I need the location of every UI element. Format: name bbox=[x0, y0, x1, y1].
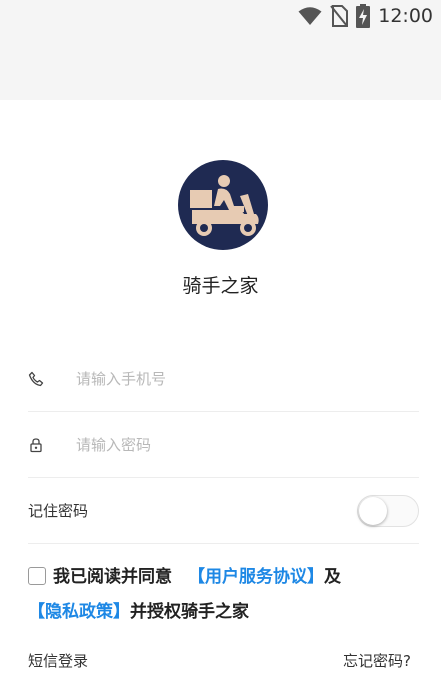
status-icons: 12:00 bbox=[298, 4, 433, 28]
phone-icon bbox=[28, 371, 44, 386]
phone-input[interactable] bbox=[76, 369, 376, 388]
no-sim-icon bbox=[330, 5, 349, 27]
agreement-and: 及 bbox=[324, 567, 341, 587]
delivery-scooter-icon bbox=[190, 175, 259, 236]
forgot-password-link[interactable]: 忘记密码? bbox=[343, 650, 411, 671]
sms-login-link[interactable]: 短信登录 bbox=[28, 650, 88, 671]
status-bar: 12:00 bbox=[0, 0, 441, 100]
agreement-text: 我已阅读并同意 【用户服务协议】及【隐私政策】并授权骑手之家 bbox=[28, 560, 428, 630]
toggle-knob bbox=[359, 496, 387, 525]
remember-password-row: 记住密码 bbox=[28, 478, 419, 544]
status-time: 12:00 bbox=[378, 5, 433, 27]
lock-icon bbox=[30, 437, 42, 452]
privacy-policy-link[interactable]: 【隐私政策】 bbox=[28, 602, 130, 622]
app-logo bbox=[178, 160, 268, 250]
agreement-suffix: 并授权骑手之家 bbox=[130, 602, 249, 622]
wifi-icon bbox=[298, 7, 322, 25]
user-agreement-link[interactable]: 【用户服务协议】 bbox=[188, 567, 324, 587]
battery-charging-icon bbox=[356, 4, 371, 28]
app-name: 骑手之家 bbox=[182, 275, 259, 297]
agreement-checkbox[interactable] bbox=[28, 567, 46, 585]
agreement-prefix: 我已阅读并同意 bbox=[53, 567, 172, 587]
password-input[interactable] bbox=[76, 435, 376, 454]
phone-field[interactable] bbox=[28, 346, 419, 412]
remember-password-label: 记住密码 bbox=[28, 502, 89, 520]
password-field[interactable] bbox=[28, 412, 419, 478]
remember-password-toggle[interactable] bbox=[357, 494, 419, 527]
